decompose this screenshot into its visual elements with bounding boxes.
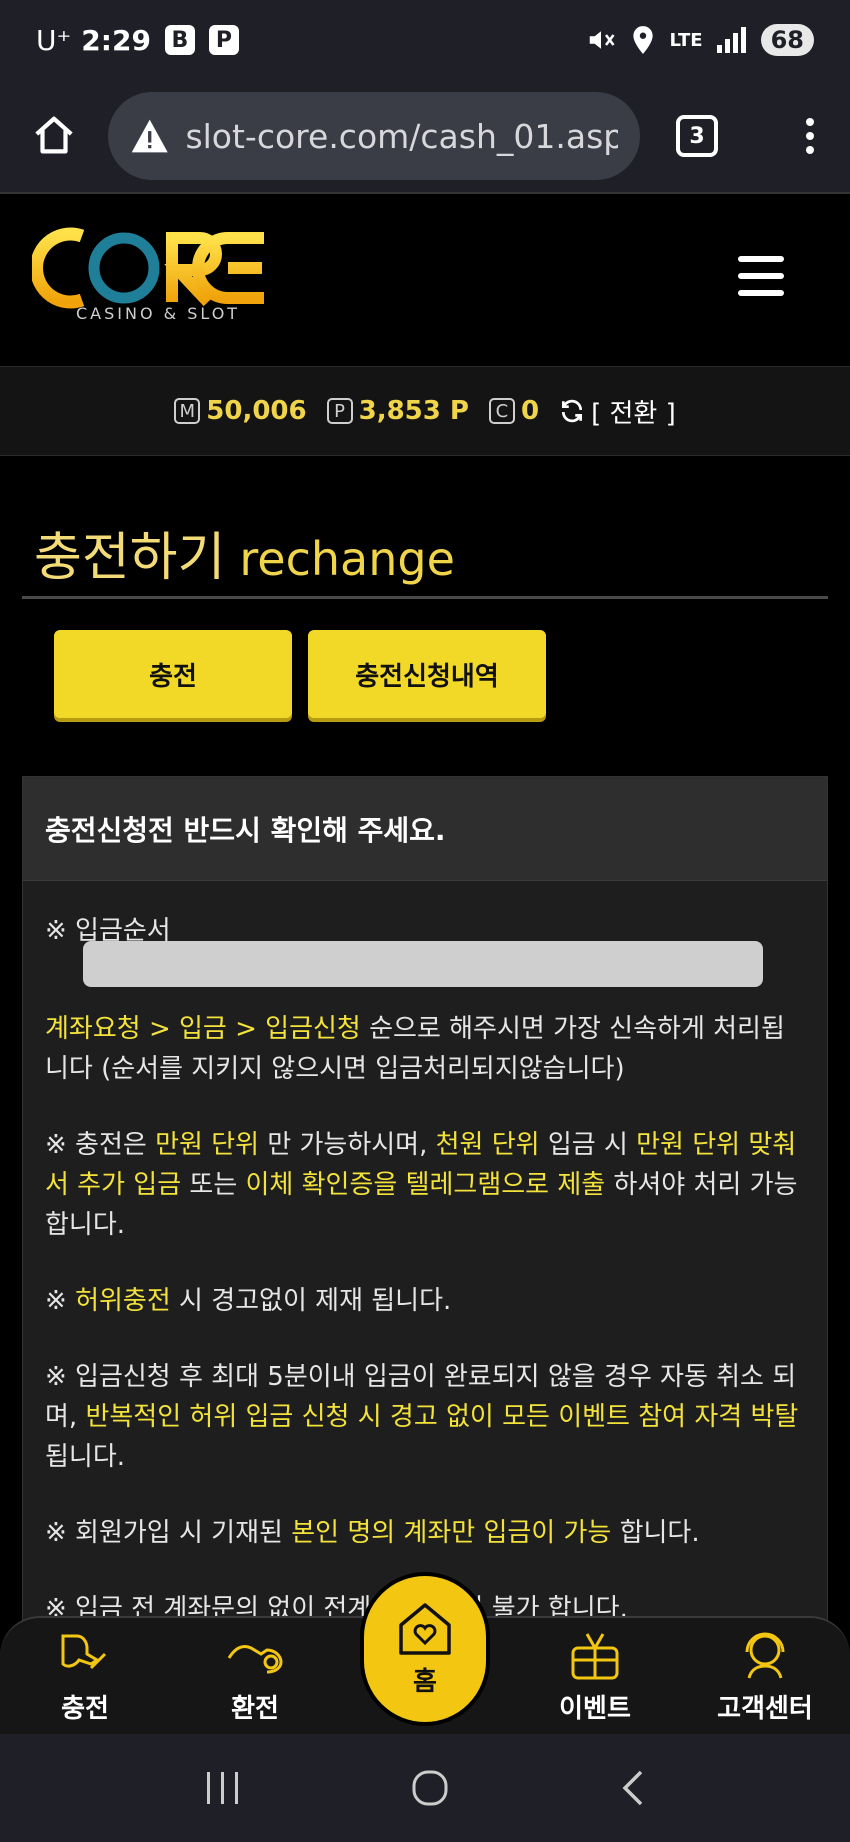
money-value: 50,006 [206,396,307,426]
carrier-label: U⁺ [36,23,72,57]
gift-icon [571,1633,619,1680]
point-icon: P [326,398,353,424]
nav-home[interactable]: 홈 [360,1572,490,1726]
browser-toolbar: slot-core.com/cash_01.asp 3 [0,80,850,192]
recent-apps-icon[interactable] [203,1770,243,1806]
url-text: slot-core.com/cash_01.asp [185,116,618,156]
casino-icon: C [488,398,515,424]
status-bar: U⁺ 2:29 B P LTE 68 [0,0,850,80]
page-title: 충전하기 rechange [34,515,455,590]
network-label: LTE [669,29,703,51]
battery-level: 68 [760,24,814,56]
money-icon: M [174,398,201,424]
page-title-en: rechange [239,532,455,586]
page-title-ko: 충전하기 [34,528,226,588]
tab-charge[interactable]: 충전 [54,630,292,718]
notice-item-false-charge: ※ 허위충전 시 경고없이 제재 됩니다. [45,1286,452,1316]
home-circle-icon[interactable] [410,1768,450,1808]
charge-icon [61,1634,107,1670]
notice-body: ※ 입금순서 계좌요청 > 입금 > 입금신청 순으로 해주시면 가장 신속하게… [23,881,827,1629]
core-logo[interactable]: CASINO & SLOT [30,224,302,324]
convert-label: [ 전환 ] [591,398,676,429]
notice-item-unit: ※ 충전은 만원 단위 만 가능하시며, 천원 단위 입금 시 만원 단위 맞춰… [45,1130,798,1240]
tab-charge-history[interactable]: 충전신청내역 [308,630,546,718]
balance-bar: M 50,006 P 3,853 P C 0 [ 전환 ] [0,366,850,456]
money-balance: M 50,006 [174,396,307,426]
casino-balance: C 0 [488,396,540,426]
notice-heading: 충전신청전 반드시 확인해 주세요. [23,777,827,881]
clock: 2:29 [81,23,151,57]
location-icon [632,26,653,54]
title-divider [22,596,828,599]
refresh-icon [562,399,583,423]
point-value: 3,853 P [358,396,469,426]
site-header: CASINO & SLOT [0,192,850,366]
nav-event[interactable]: 이벤트 [530,1628,660,1725]
notice-item-timeout: ※ 입금신청 후 최대 5분이내 입금이 완료되지 않을 경우 자동 취소 되며… [45,1362,799,1472]
warning-icon [131,119,168,153]
logo-subtitle: CASINO & SLOT [76,304,241,323]
headset-icon [745,1632,785,1679]
url-bar[interactable]: slot-core.com/cash_01.asp [108,92,640,180]
hamburger-menu-icon[interactable] [738,256,784,296]
back-icon[interactable] [617,1768,647,1808]
p-notification-icon: P [208,25,239,55]
heart-house-icon [399,1602,451,1655]
mute-icon [589,31,615,49]
home-icon [35,116,73,154]
convert-button[interactable]: [ 전환 ] [559,393,676,430]
b-notification-icon: B [164,25,195,55]
notice-item-order: 계좌요청 > 입금 > 입금신청 순으로 해주시면 가장 신속하게 처리됩니다 … [45,1014,785,1084]
hidden-content-bar [83,941,763,987]
notice-item-own-account: ※ 회원가입 시 기재된 본인 명의 계좌만 입금이 가능 합니다. [45,1518,700,1548]
point-balance: P 3,853 P [326,396,469,426]
android-nav-bar [0,1734,850,1842]
tab-switcher-button[interactable]: 3 [676,115,718,157]
nav-exchange[interactable]: 환전 [190,1628,320,1725]
home-button[interactable] [22,104,86,168]
nav-charge[interactable]: 충전 [20,1628,150,1725]
exchange-icon [227,1644,283,1674]
more-icon[interactable] [806,118,828,154]
signal-icon [716,27,746,53]
nav-support[interactable]: 고객센터 [700,1628,830,1725]
casino-value: 0 [520,396,540,426]
